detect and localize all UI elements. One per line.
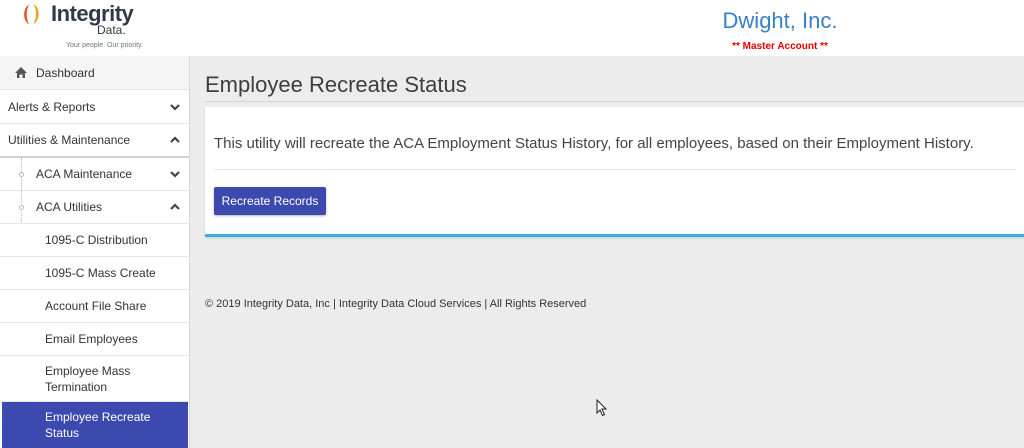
card-divider bbox=[214, 169, 1015, 170]
sidebar-item-label: 1095-C Mass Create bbox=[45, 266, 156, 280]
chevron-down-icon bbox=[170, 171, 180, 178]
sidebar-item-employee-recreate-status[interactable]: Employee Recreate Status bbox=[2, 402, 188, 448]
sidebar-item-label: Account File Share bbox=[45, 299, 147, 313]
sidebar-item-label: Employee Mass Termination bbox=[45, 363, 131, 394]
footer-copyright: © 2019 Integrity Data, Inc | Integrity D… bbox=[205, 298, 587, 310]
sidebar-item-alerts-reports[interactable]: Alerts & Reports bbox=[0, 90, 189, 124]
utility-description: This utility will recreate the ACA Emplo… bbox=[214, 135, 974, 152]
sidebar-item-label: Utilities & Maintenance bbox=[8, 133, 131, 147]
sidebar-item-aca-utilities[interactable]: ACA Utilities bbox=[0, 191, 189, 224]
mouse-cursor-icon bbox=[596, 399, 608, 417]
sidebar-item-label: Alerts & Reports bbox=[8, 99, 96, 114]
sidebar-item-aca-maintenance[interactable]: ACA Maintenance bbox=[0, 158, 189, 191]
master-account-label: ** Master Account ** bbox=[732, 41, 828, 52]
company-name: Dwight, Inc. bbox=[722, 8, 838, 33]
home-icon bbox=[15, 67, 27, 78]
sidebar-item-employee-mass-termination[interactable]: Employee Mass Termination bbox=[0, 356, 189, 402]
sidebar-item-label: 1095-C Distribution bbox=[45, 233, 148, 247]
chevron-up-icon bbox=[170, 136, 180, 143]
page-title: Employee Recreate Status bbox=[205, 72, 467, 97]
sidebar-item-label: ACA Maintenance bbox=[36, 167, 133, 181]
chevron-up-icon bbox=[170, 203, 180, 210]
sidebar-item-label: Email Employees bbox=[45, 332, 138, 346]
integrity-logo[interactable]: Integrity Data. Your people. Our priorit… bbox=[18, 2, 168, 52]
recreate-records-button[interactable]: Recreate Records bbox=[214, 187, 326, 215]
sidebar-item-1095c-distribution[interactable]: 1095-C Distribution bbox=[0, 224, 189, 257]
sidebar-item-utilities-maintenance[interactable]: Utilities & Maintenance bbox=[0, 124, 189, 158]
sidebar-item-label: Employee Recreate Status bbox=[45, 410, 151, 440]
logo-subtitle: Data. bbox=[97, 23, 126, 37]
sidebar-item-email-employees[interactable]: Email Employees bbox=[0, 323, 189, 356]
sidebar-item-1095c-mass-create[interactable]: 1095-C Mass Create bbox=[0, 257, 189, 290]
title-divider bbox=[205, 101, 1024, 102]
sidebar-item-dashboard[interactable]: Dashboard bbox=[0, 56, 189, 90]
top-header: Integrity Data. Your people. Our priorit… bbox=[0, 0, 1024, 56]
sidebar-nav: Dashboard Alerts & Reports Utilities & M… bbox=[0, 56, 190, 448]
chevron-down-icon bbox=[170, 103, 180, 111]
logo-mark-icon bbox=[24, 4, 39, 24]
logo-tagline: Your people. Our priority. bbox=[66, 42, 144, 49]
sidebar-item-label: ACA Utilities bbox=[36, 200, 103, 214]
utility-card: This utility will recreate the ACA Emplo… bbox=[205, 107, 1024, 237]
sidebar-item-account-file-share[interactable]: Account File Share bbox=[0, 290, 189, 323]
sidebar-item-label: Dashboard bbox=[36, 65, 95, 80]
